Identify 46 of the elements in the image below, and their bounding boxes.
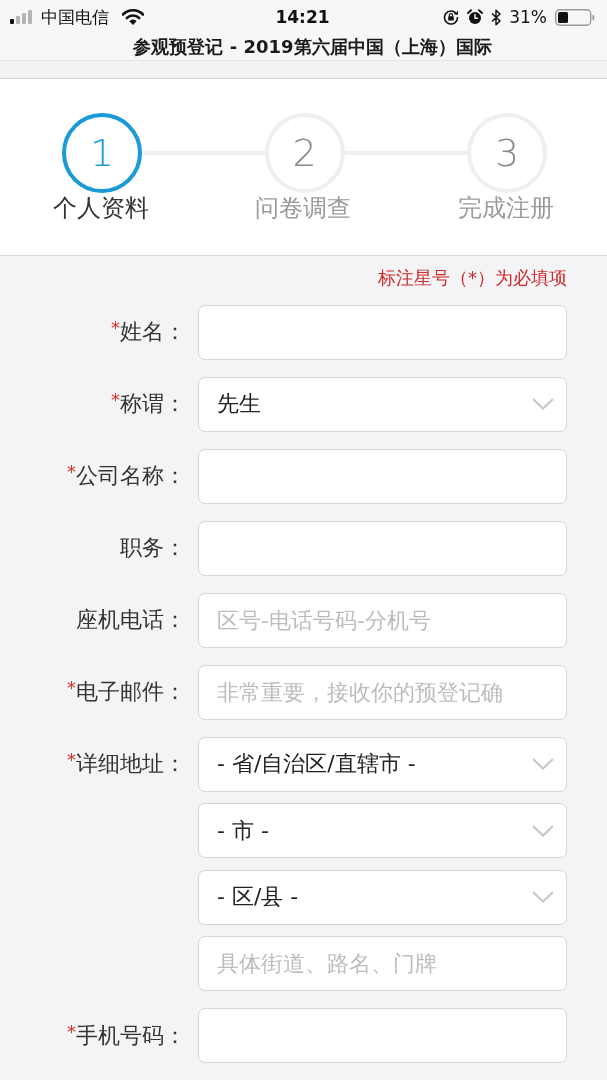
required-asterisk: * <box>67 679 76 697</box>
chevron-down-icon <box>532 398 554 410</box>
step-label: 问卷调查 <box>255 192 352 223</box>
bluetooth-icon <box>491 8 502 26</box>
chevron-down-icon <box>532 758 554 770</box>
battery-percent: 31% <box>509 7 547 27</box>
step-number-circle: 1 <box>62 112 142 193</box>
step-label: 个人资料 <box>53 192 150 223</box>
input-field[interactable]: 非常重要，接收你的预登记确 <box>198 664 567 720</box>
input-field[interactable]: 区号-电话号码-分机号 <box>198 592 567 648</box>
input-field[interactable] <box>198 448 567 504</box>
field-label: 职务： <box>120 534 186 562</box>
dropdown-field[interactable]: 先生 <box>198 376 567 432</box>
dropdown-field[interactable]: - 区/县 - <box>198 869 567 925</box>
field-label: 电子邮件： <box>76 678 186 706</box>
field-label: 公司名称： <box>76 462 186 490</box>
required-asterisk: * <box>67 463 76 481</box>
field-label: 座机电话： <box>76 606 186 634</box>
field-label: 详细地址： <box>76 750 186 778</box>
required-asterisk: * <box>111 391 120 409</box>
signal-icon <box>10 10 34 24</box>
input-field[interactable] <box>198 1008 567 1063</box>
chevron-down-icon <box>532 891 554 903</box>
dropdown-field[interactable]: - 市 - <box>198 803 567 858</box>
field-label: 称谓： <box>120 390 186 418</box>
step-number-circle: 3 <box>467 112 547 193</box>
input-field[interactable] <box>198 520 567 576</box>
field-label: 手机号码： <box>76 1021 186 1050</box>
battery-icon <box>555 8 595 26</box>
input-field[interactable] <box>198 304 567 360</box>
chevron-down-icon <box>532 824 554 837</box>
rotation-lock-icon <box>443 9 460 25</box>
required-note: 标注星号（*）为必填项 <box>378 265 567 290</box>
required-asterisk: * <box>67 1022 76 1041</box>
input-field[interactable]: 具体街道、路名、门牌 <box>198 936 567 991</box>
step-number-circle: 2 <box>264 112 345 193</box>
page-title: 参观预登记 - 2019第六届中国（上海）国际 <box>133 35 492 59</box>
alarm-clock-icon <box>467 9 484 25</box>
wifi-icon <box>122 9 144 25</box>
field-label: 姓名： <box>120 318 186 346</box>
step-label: 完成注册 <box>457 192 554 223</box>
status-time: 14:21 <box>275 7 330 27</box>
dropdown-field[interactable]: - 省/自治区/直辖市 - <box>198 736 567 792</box>
required-asterisk: * <box>67 751 76 769</box>
required-asterisk: * <box>111 319 120 337</box>
carrier-name: 中国电信 <box>41 5 109 29</box>
